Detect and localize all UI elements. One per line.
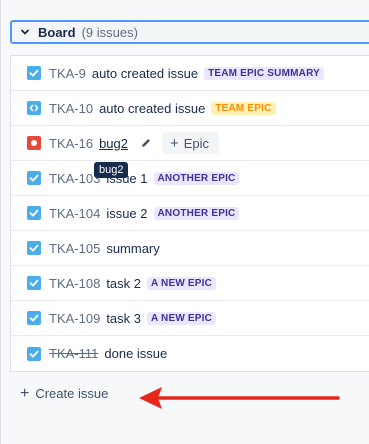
issue-summary: auto created issue <box>99 100 206 116</box>
issue-summary: task 2 <box>106 275 141 291</box>
issue-row[interactable]: TKA-108 task 2 A NEW EPIC <box>11 266 369 301</box>
issue-row[interactable]: TKA-109 task 3 A NEW EPIC <box>11 301 369 336</box>
create-issue-label: Create issue <box>35 386 109 401</box>
issue-summary: issue 2 <box>106 205 148 221</box>
board-section-header[interactable]: Board (9 issues) <box>10 20 369 44</box>
issue-summary-tooltip: bug2 <box>94 162 129 178</box>
task-type-icon <box>27 171 41 185</box>
issue-key[interactable]: TKA-103 <box>49 171 100 186</box>
plus-icon: + <box>170 134 179 152</box>
issue-summary: summary <box>106 240 160 256</box>
issue-summary[interactable]: bug2 <box>99 136 128 151</box>
red-arrow-annotation <box>139 387 340 409</box>
bug-type-icon <box>27 136 41 150</box>
add-epic-label: Epic <box>183 135 210 151</box>
issue-summary: task 3 <box>106 310 141 326</box>
task-type-icon <box>27 346 41 361</box>
task-type-icon <box>27 311 41 325</box>
create-issue-button[interactable]: + Create issue <box>20 384 109 402</box>
task-type-icon <box>27 276 41 290</box>
epic-lozenge[interactable]: TEAM EPIC <box>211 101 276 115</box>
issue-summary: auto created issue <box>91 65 199 81</box>
issue-row[interactable]: TKA-105 summary <box>11 231 369 266</box>
issue-key[interactable]: TKA-9 <box>49 66 86 81</box>
epic-lozenge[interactable]: A NEW EPIC <box>147 276 217 290</box>
issue-row[interactable]: TKA-10 auto created issue TEAM EPIC <box>11 91 369 126</box>
issue-row[interactable]: TKA-103 issue 1 ANOTHER EPIC <box>11 161 369 196</box>
issue-key[interactable]: TKA-10 <box>49 101 93 116</box>
task-type-icon <box>27 241 41 255</box>
issue-key[interactable]: TKA-104 <box>49 206 100 221</box>
task-type-icon <box>27 206 41 220</box>
epic-lozenge[interactable]: TEAM EPIC SUMMARY <box>204 66 324 80</box>
pencil-icon[interactable] <box>138 135 154 151</box>
issue-key[interactable]: TKA-16 <box>49 136 93 151</box>
subtask-type-icon <box>27 101 41 115</box>
board-title: Board <box>38 24 76 40</box>
issue-key[interactable]: TKA-109 <box>49 311 100 326</box>
add-epic-button[interactable]: + Epic <box>162 132 220 154</box>
epic-lozenge[interactable]: ANOTHER EPIC <box>153 171 240 185</box>
issue-key[interactable]: TKA-105 <box>49 241 100 256</box>
issue-row[interactable]: TKA-16 bug2 + Epic <box>11 126 369 161</box>
issue-row[interactable]: TKA-9 auto created issue TEAM EPIC SUMMA… <box>11 56 369 91</box>
board-issue-count: (9 issues) <box>81 24 138 40</box>
plus-icon: + <box>20 384 30 402</box>
issue-key[interactable]: TKA-108 <box>49 276 100 291</box>
issue-row[interactable]: TKA-111 done issue <box>11 336 369 371</box>
epic-lozenge[interactable]: ANOTHER EPIC <box>153 206 240 220</box>
chevron-down-icon[interactable] <box>18 25 32 39</box>
issue-row[interactable]: TKA-104 issue 2 ANOTHER EPIC <box>11 196 369 231</box>
task-type-icon <box>27 66 41 80</box>
issue-list: TKA-9 auto created issue TEAM EPIC SUMMA… <box>10 55 369 372</box>
epic-lozenge[interactable]: A NEW EPIC <box>147 311 217 325</box>
backlog-panel: Board (9 issues) TKA-9 auto created issu… <box>0 0 369 444</box>
issue-summary: done issue <box>104 346 168 361</box>
issue-key[interactable]: TKA-111 <box>49 346 98 361</box>
